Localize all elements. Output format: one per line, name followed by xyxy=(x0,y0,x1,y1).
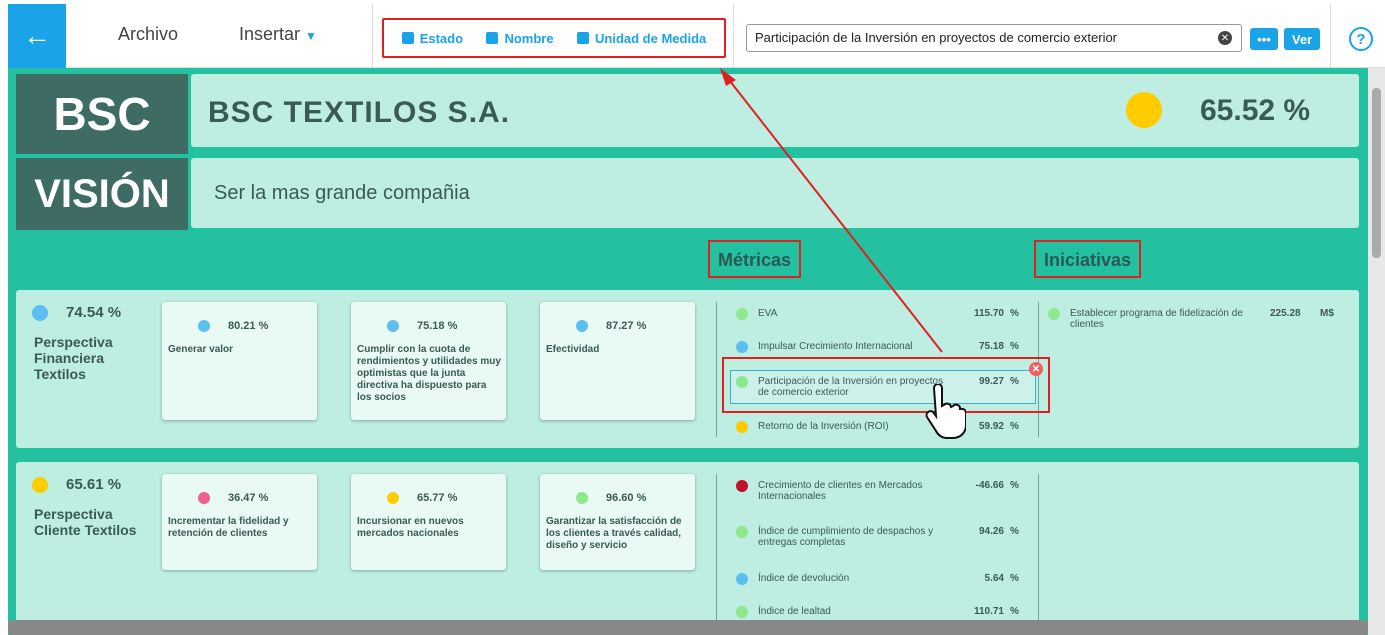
scroll-thumb[interactable] xyxy=(1372,88,1381,258)
arrow-head xyxy=(720,68,736,86)
hand-cursor-icon xyxy=(925,384,966,439)
arrow-line xyxy=(725,75,943,353)
horizontal-scrollbar[interactable] xyxy=(8,620,1368,635)
annotation-arrow xyxy=(720,68,943,353)
vertical-scrollbar[interactable] xyxy=(1368,68,1385,635)
